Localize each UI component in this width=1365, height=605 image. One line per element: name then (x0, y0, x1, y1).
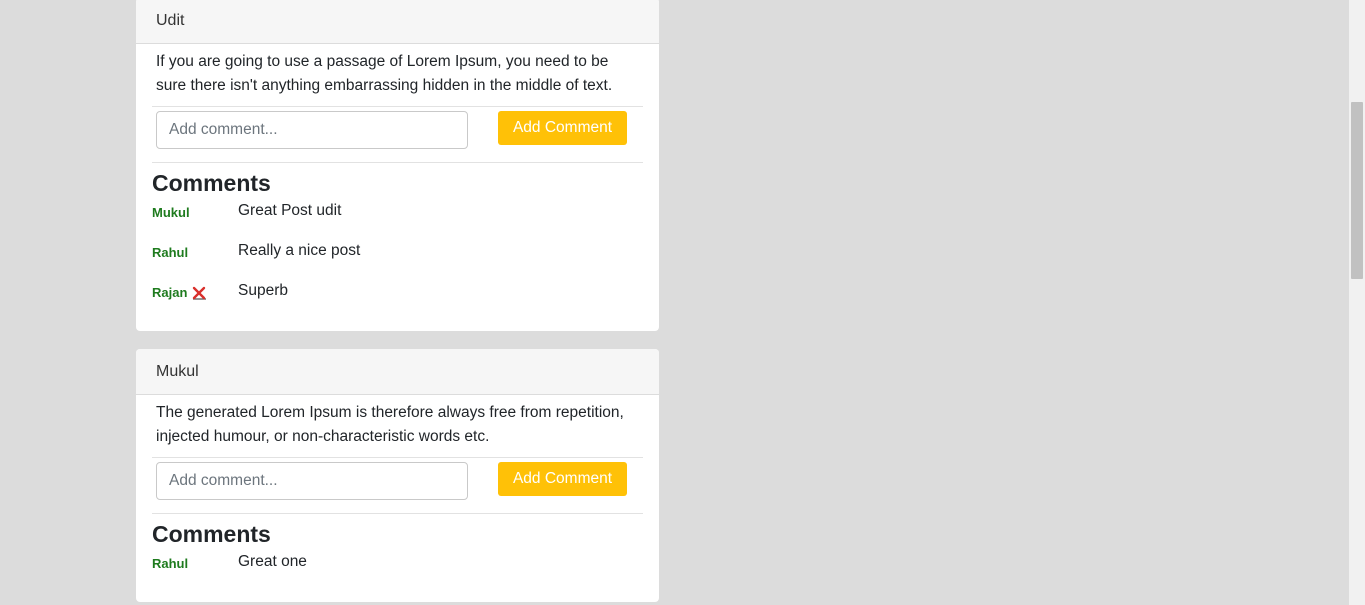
post-body: If you are going to use a passage of Lor… (156, 53, 613, 94)
comment-row: Mukul Great Post udit (136, 197, 659, 237)
divider (152, 162, 643, 163)
add-comment-button[interactable]: Add Comment (498, 462, 627, 496)
comment-form: Add Comment (136, 107, 659, 162)
vertical-scrollbar[interactable] (1349, 0, 1365, 605)
comment-author: Rahul (152, 245, 189, 260)
comment-row: Rahul Great one (136, 548, 659, 588)
comment-row: Rajan Superb (136, 277, 659, 317)
page: Udit If you are going to use a passage o… (0, 0, 1365, 605)
comments-heading: Comments (152, 170, 271, 196)
comment-text: Superb (238, 282, 288, 299)
comment-text: Great one (238, 553, 307, 570)
close-icon[interactable] (191, 286, 207, 300)
comments-heading: Comments (152, 521, 271, 547)
comment-row: Rahul Really a nice post (136, 237, 659, 277)
post-author: Mukul (136, 349, 659, 395)
scrollbar-thumb[interactable] (1351, 102, 1363, 279)
post-card: Mukul The generated Lorem Ipsum is there… (136, 349, 659, 602)
add-comment-button[interactable]: Add Comment (498, 111, 627, 145)
post-body: The generated Lorem Ipsum is therefore a… (156, 404, 624, 445)
comment-input[interactable] (156, 111, 468, 149)
comment-form: Add Comment (136, 458, 659, 513)
comment-author: Mukul (152, 205, 190, 220)
divider (152, 513, 643, 514)
comment-author: Rajan (152, 285, 188, 300)
post-card: Udit If you are going to use a passage o… (136, 0, 659, 331)
comment-author: Rahul (152, 556, 189, 571)
post-author: Udit (136, 0, 659, 44)
comment-text: Great Post udit (238, 202, 342, 219)
comment-input[interactable] (156, 462, 468, 500)
comment-author-wrap: Rajan (152, 285, 207, 300)
comment-text: Really a nice post (238, 242, 361, 259)
